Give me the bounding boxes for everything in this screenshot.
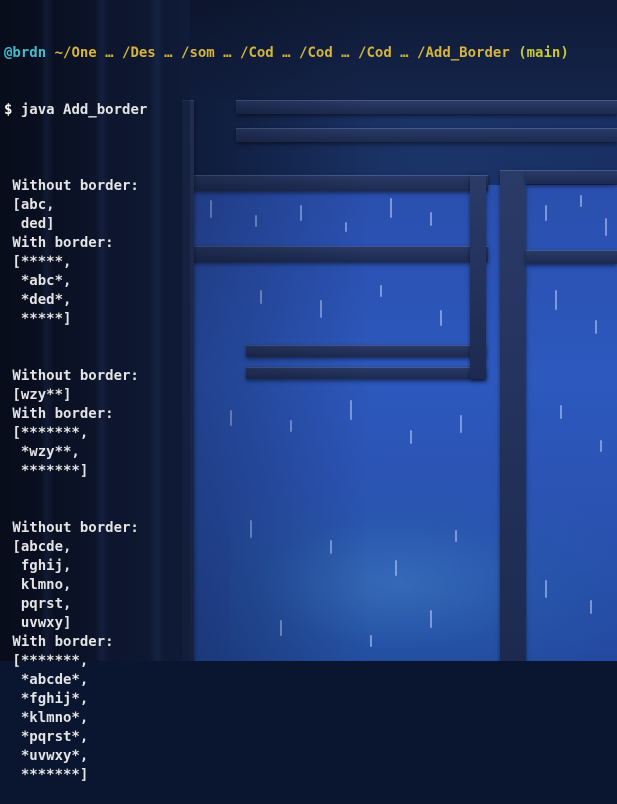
without-border-row: [abc, bbox=[4, 197, 55, 213]
without-border-row: klmno, bbox=[4, 577, 72, 593]
output-block: Without border: [wzy**] With border: [**… bbox=[4, 367, 617, 481]
command-line: $ java Add_border bbox=[4, 101, 617, 120]
terminal-output[interactable]: @brdn ~/One … /Des … /som … /Cod … /Cod … bbox=[0, 0, 617, 804]
prompt-path: ~/One … /Des … /som … /Cod … /Cod … /Cod… bbox=[54, 45, 510, 61]
prompt-line: @brdn ~/One … /Des … /som … /Cod … /Cod … bbox=[4, 44, 617, 63]
output-block: Without border: [abcde, fghij, klmno, pq… bbox=[4, 519, 617, 785]
with-border-row: *wzy**, bbox=[4, 444, 80, 460]
with-border-row: *fghij*, bbox=[4, 691, 89, 707]
without-border-row: fghij, bbox=[4, 558, 72, 574]
without-border-row: [abcde, bbox=[4, 539, 72, 555]
blank-lines bbox=[4, 481, 617, 519]
with-border-label: With border: bbox=[4, 235, 114, 251]
git-branch: (main) bbox=[518, 45, 569, 61]
with-border-row: *abcde*, bbox=[4, 672, 89, 688]
without-border-label: Without border: bbox=[4, 520, 139, 536]
with-border-label: With border: bbox=[4, 634, 114, 650]
with-border-label: With border: bbox=[4, 406, 114, 422]
blank-lines bbox=[4, 329, 617, 367]
with-border-row: *klmno*, bbox=[4, 710, 89, 726]
with-border-row: *uvwxy*, bbox=[4, 748, 89, 764]
output-block: Without border: [abc, ded] With border: … bbox=[4, 177, 617, 329]
with-border-row: *****] bbox=[4, 311, 72, 327]
without-border-label: Without border: bbox=[4, 178, 139, 194]
with-border-row: *******] bbox=[4, 463, 89, 479]
without-border-row: ded] bbox=[4, 216, 55, 232]
command-text: java Add_border bbox=[20, 102, 148, 118]
with-border-row: *******] bbox=[4, 767, 89, 783]
program-output: Without border: [abc, ded] With border: … bbox=[4, 177, 617, 785]
with-border-row: *ded*, bbox=[4, 292, 72, 308]
prompt-symbol: $ bbox=[4, 102, 13, 118]
with-border-row: *abc*, bbox=[4, 273, 72, 289]
prompt-user: @brdn bbox=[4, 45, 47, 61]
with-border-row: [*******, bbox=[4, 653, 89, 669]
without-border-label: Without border: bbox=[4, 368, 139, 384]
with-border-row: [*******, bbox=[4, 425, 89, 441]
with-border-row: [*****, bbox=[4, 254, 72, 270]
with-border-row: *pqrst*, bbox=[4, 729, 89, 745]
without-border-row: uvwxy] bbox=[4, 615, 72, 631]
without-border-row: [wzy**] bbox=[4, 387, 72, 403]
without-border-row: pqrst, bbox=[4, 596, 72, 612]
